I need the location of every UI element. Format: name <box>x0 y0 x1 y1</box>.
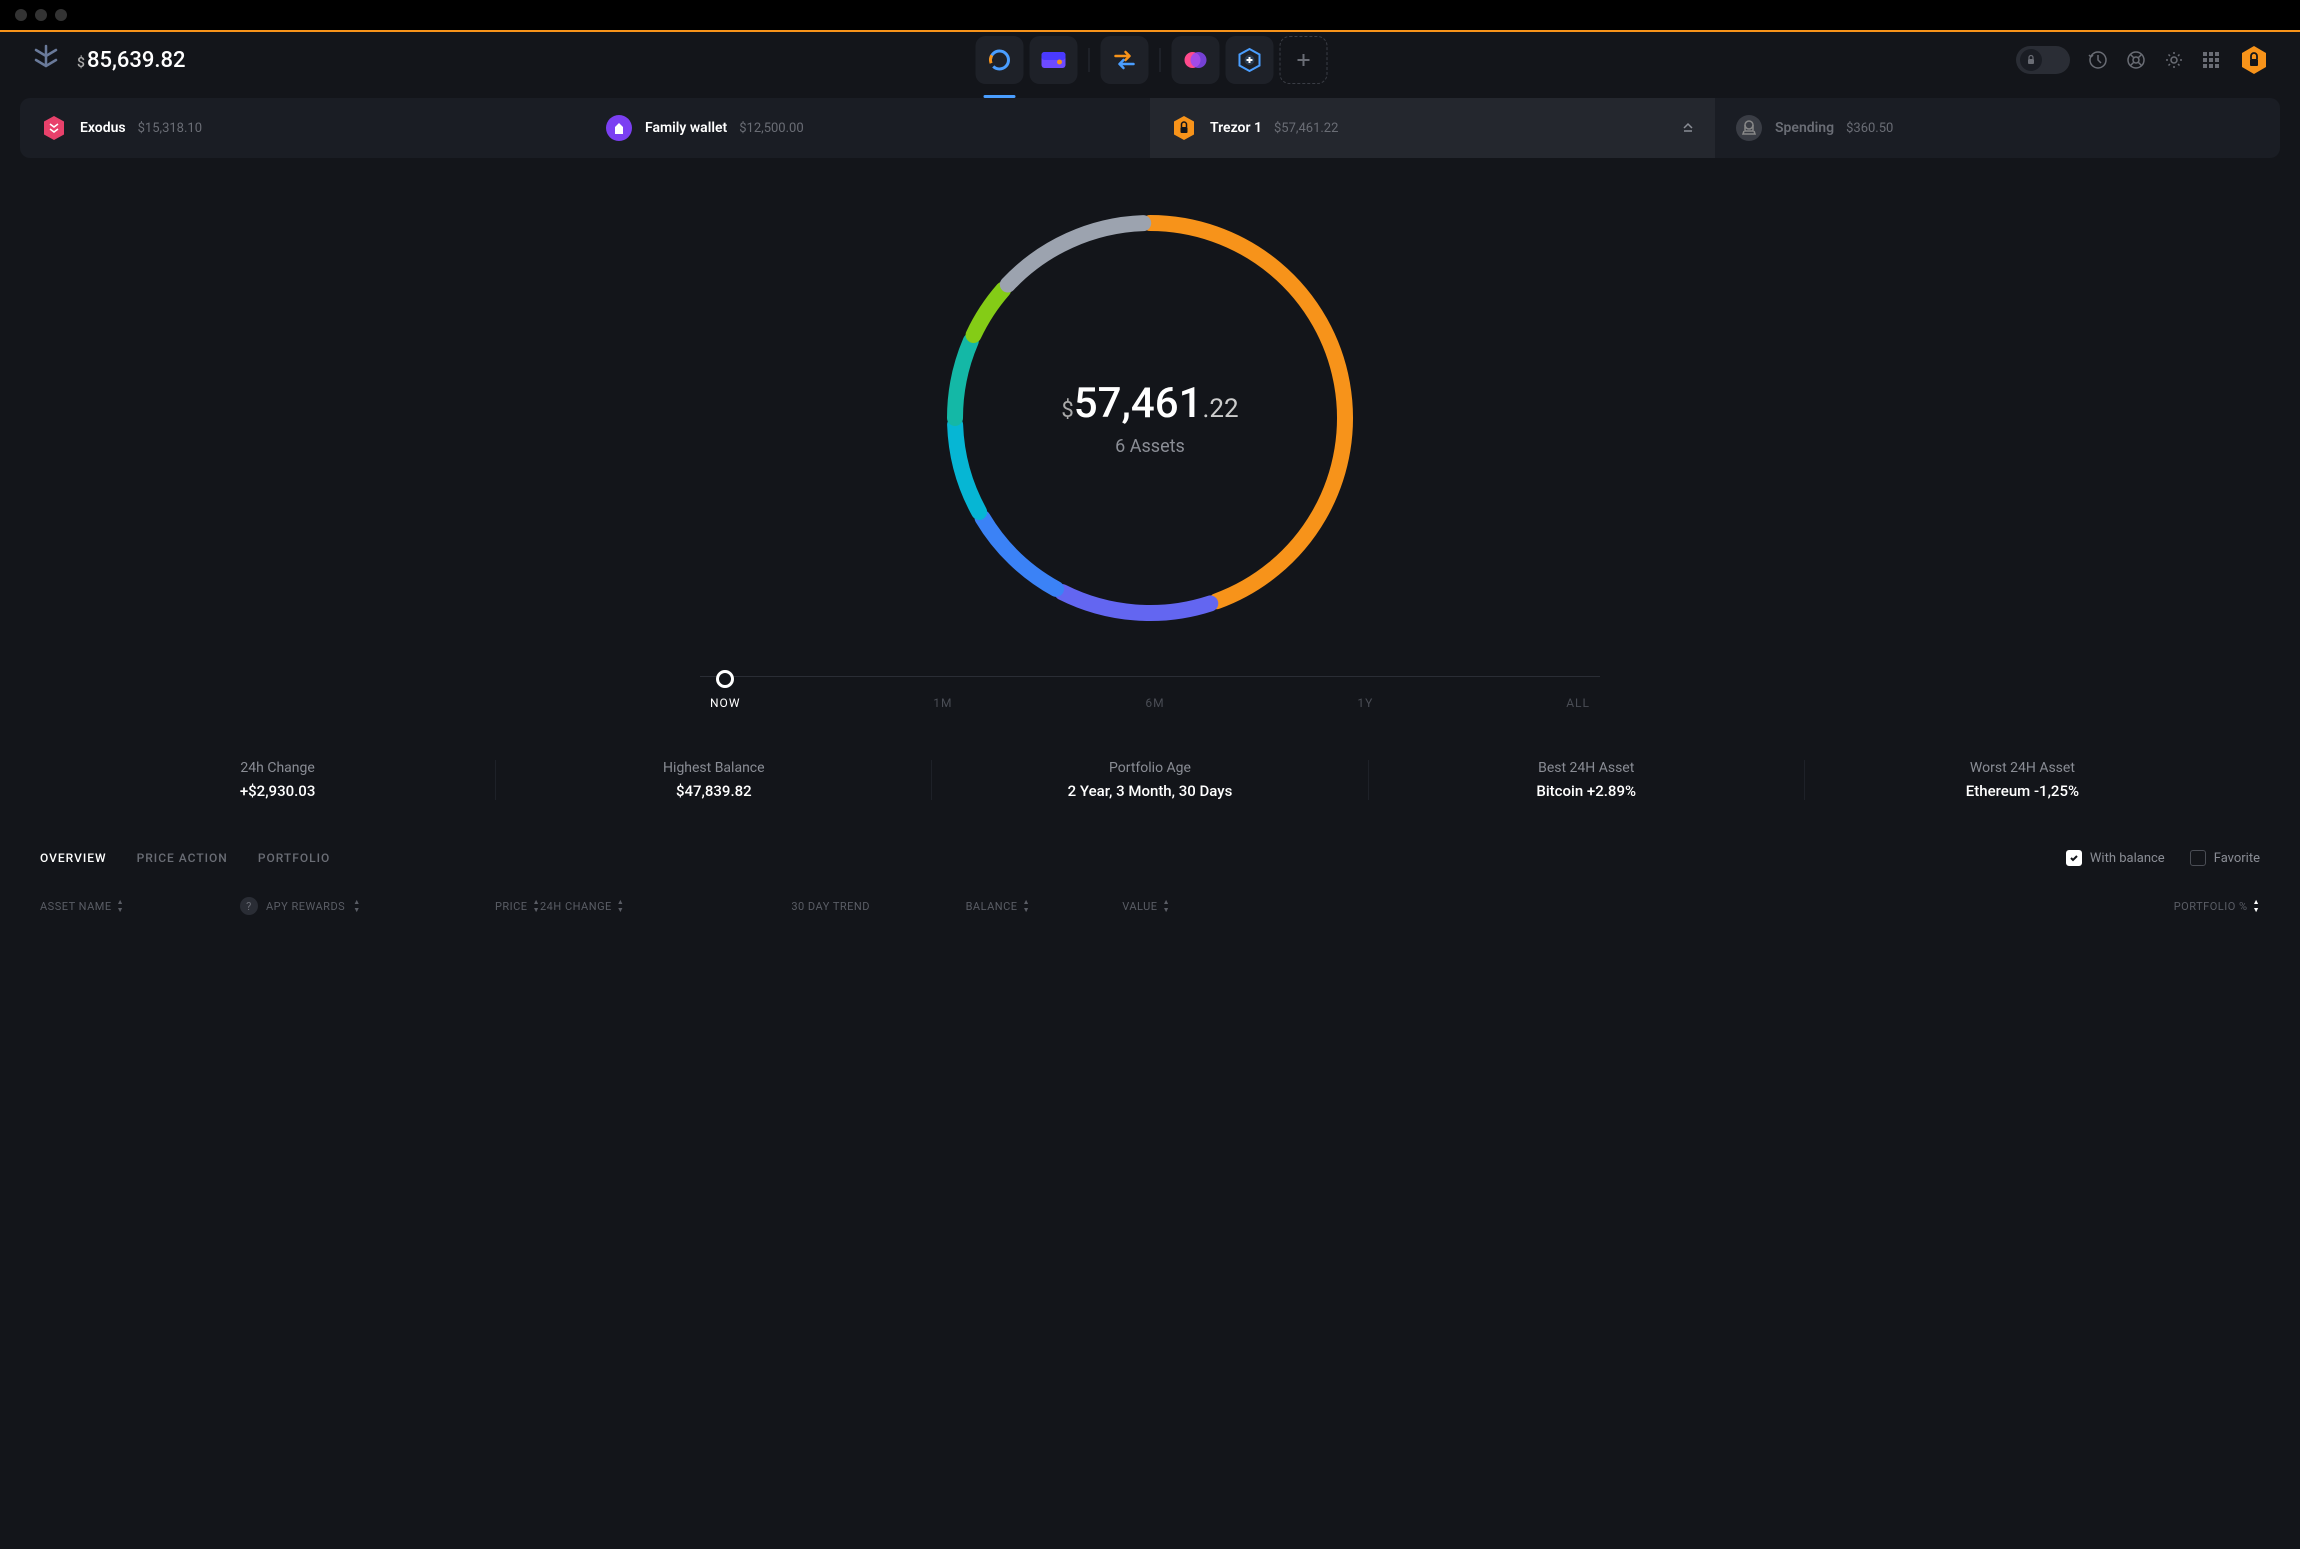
column-value[interactable]: VALUE▲▼ <box>1030 897 1170 915</box>
portfolio-donut-chart: $57,461.22 6 Assets <box>930 198 1370 638</box>
wallet-tab-name: Family wallet <box>645 120 727 136</box>
stat-best-24h-asset: Best 24H Asset Bitcoin +2.89% <box>1369 760 1805 800</box>
wallet-tab-balance: $57,461.22 <box>1274 121 1338 136</box>
stat-label: Highest Balance <box>516 760 911 776</box>
wallet-tab-family-wallet[interactable]: Family wallet $12,500.00 <box>585 98 1150 158</box>
stat-label: Worst 24H Asset <box>1825 760 2220 776</box>
nav-hardware-button[interactable] <box>1226 36 1274 84</box>
wallet-tab-spending[interactable]: Spending $360.50 <box>1715 98 2280 158</box>
column-price[interactable]: PRICE▲▼ <box>400 897 540 915</box>
help-icon[interactable]: ? <box>240 897 258 915</box>
support-icon[interactable] <box>2126 50 2146 70</box>
stat-label: Best 24H Asset <box>1389 760 1784 776</box>
nav-apps-button[interactable] <box>1172 36 1220 84</box>
time-range-selector: NOW 1M 6M 1Y ALL <box>700 668 1600 710</box>
stat-label: Portfolio Age <box>952 760 1347 776</box>
nav-portfolio-button[interactable] <box>976 36 1024 84</box>
checkbox-icon <box>2190 850 2206 866</box>
stat-value: Ethereum -1,25% <box>1825 782 2220 800</box>
eject-icon[interactable] <box>1681 121 1695 135</box>
wallet-tab-trezor-1[interactable]: Trezor 1 $57,461.22 <box>1150 98 1715 158</box>
column-asset-name[interactable]: ASSET NAME▲▼ <box>40 897 240 915</box>
time-range-all[interactable]: ALL <box>1566 668 1590 710</box>
traffic-light-close[interactable] <box>15 9 27 21</box>
stat-label: 24h Change <box>80 760 475 776</box>
history-icon[interactable] <box>2088 50 2108 70</box>
time-range-1m[interactable]: 1M <box>933 668 952 710</box>
nav-swap-button[interactable] <box>1101 36 1149 84</box>
wallet-tab-name: Spending <box>1775 120 1834 136</box>
wallet-tab-balance: $12,500.00 <box>739 121 803 136</box>
filter-with-balance[interactable]: With balance <box>2066 850 2165 866</box>
donut-asset-count: 6 Assets <box>1061 436 1238 457</box>
checkbox-icon <box>2066 850 2082 866</box>
wallet-icon <box>40 114 68 142</box>
window-chrome <box>0 0 2300 30</box>
nav-wallet-button[interactable] <box>1030 36 1078 84</box>
time-range-6m[interactable]: 6M <box>1145 668 1164 710</box>
wallet-tab-name: Exodus <box>80 120 126 136</box>
grid-icon[interactable] <box>2202 51 2220 69</box>
column-30-day-trend[interactable]: 30 DAY TREND <box>690 897 870 915</box>
wallet-tab-balance: $15,318.10 <box>138 121 202 136</box>
stat-value: $47,839.82 <box>516 782 911 800</box>
wallet-icon <box>1170 114 1198 142</box>
wallet-tab-balance: $360.50 <box>1846 121 1893 136</box>
profile-hexagon-button[interactable] <box>2238 44 2270 76</box>
stat-value: 2 Year, 3 Month, 30 Days <box>952 782 1347 800</box>
wallet-icon <box>605 114 633 142</box>
traffic-light-min[interactable] <box>35 9 47 21</box>
settings-icon[interactable] <box>2164 50 2184 70</box>
column-apy-rewards[interactable]: ?APY REWARDS▲▼ <box>240 897 400 915</box>
table-tab-portfolio[interactable]: PORTFOLIO <box>258 851 330 865</box>
table-tab-price-action[interactable]: PRICE ACTION <box>137 851 228 865</box>
column-portfolio-pct[interactable]: PORTFOLIO %▲▼ <box>1170 897 2260 915</box>
nav-divider <box>1089 48 1090 72</box>
stat-value: Bitcoin +2.89% <box>1389 782 1784 800</box>
time-range-1y[interactable]: 1Y <box>1357 668 1373 710</box>
stat-worst-24h-asset: Worst 24H Asset Ethereum -1,25% <box>1805 760 2240 800</box>
app-logo[interactable] <box>30 44 62 76</box>
stat-value: +$2,930.03 <box>80 782 475 800</box>
traffic-light-max[interactable] <box>55 9 67 21</box>
stat-portfolio-age: Portfolio Age 2 Year, 3 Month, 30 Days <box>932 760 1368 800</box>
nav-add-button[interactable] <box>1280 36 1328 84</box>
filter-favorite[interactable]: Favorite <box>2190 850 2260 866</box>
wallet-icon <box>1735 114 1763 142</box>
stat-highest-balance: Highest Balance $47,839.82 <box>496 760 932 800</box>
stat-24h-change: 24h Change +$2,930.03 <box>60 760 496 800</box>
header-total-balance: $85,639.82 <box>77 48 186 73</box>
time-range-now[interactable]: NOW <box>710 668 740 710</box>
lock-toggle[interactable] <box>2016 46 2070 74</box>
column-balance[interactable]: BALANCE▲▼ <box>870 897 1030 915</box>
lock-icon <box>2025 54 2037 66</box>
wallet-tab-exodus[interactable]: Exodus $15,318.10 <box>20 98 585 158</box>
donut-balance: $57,461.22 <box>1061 379 1238 428</box>
nav-divider <box>1160 48 1161 72</box>
wallet-tab-name: Trezor 1 <box>1210 120 1262 136</box>
column-24h-change[interactable]: 24H CHANGE▲▼ <box>540 897 690 915</box>
table-tab-overview[interactable]: OVERVIEW <box>40 851 107 865</box>
